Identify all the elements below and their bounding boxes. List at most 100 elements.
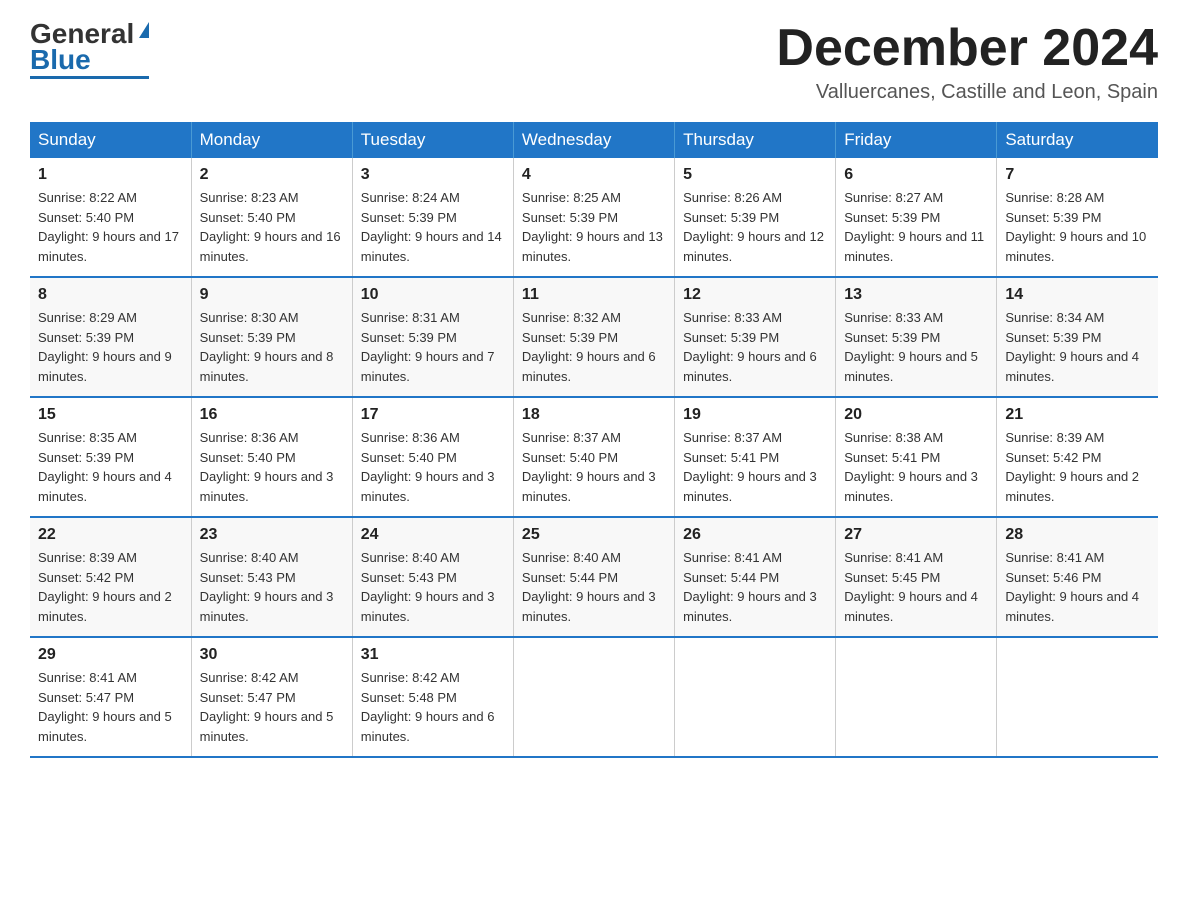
calendar-cell: 13 Sunrise: 8:33 AMSunset: 5:39 PMDayligh… xyxy=(836,277,997,397)
day-info: Sunrise: 8:41 AMSunset: 5:46 PMDaylight:… xyxy=(1005,550,1139,624)
day-number: 8 xyxy=(38,286,183,304)
calendar-week-row: 1 Sunrise: 8:22 AMSunset: 5:40 PMDaylight… xyxy=(30,158,1158,277)
day-info: Sunrise: 8:33 AMSunset: 5:39 PMDaylight:… xyxy=(683,310,817,384)
calendar-week-row: 29 Sunrise: 8:41 AMSunset: 5:47 PMDayligh… xyxy=(30,637,1158,757)
header-tuesday: Tuesday xyxy=(352,122,513,158)
calendar-cell xyxy=(513,637,674,757)
calendar-cell: 11 Sunrise: 8:32 AMSunset: 5:39 PMDayligh… xyxy=(513,277,674,397)
logo-triangle-icon xyxy=(139,22,149,38)
logo-underline xyxy=(30,76,149,79)
calendar-week-row: 15 Sunrise: 8:35 AMSunset: 5:39 PMDayligh… xyxy=(30,397,1158,517)
page-header: General Blue December 2024 Valluercanes,… xyxy=(30,20,1158,104)
header-saturday: Saturday xyxy=(997,122,1158,158)
header-friday: Friday xyxy=(836,122,997,158)
day-info: Sunrise: 8:24 AMSunset: 5:39 PMDaylight:… xyxy=(361,190,502,264)
title-block: December 2024 Valluercanes, Castille and… xyxy=(776,20,1158,104)
calendar-week-row: 8 Sunrise: 8:29 AMSunset: 5:39 PMDaylight… xyxy=(30,277,1158,397)
calendar-cell: 31 Sunrise: 8:42 AMSunset: 5:48 PMDayligh… xyxy=(352,637,513,757)
logo-blue-text: Blue xyxy=(30,46,91,74)
day-number: 30 xyxy=(200,646,344,664)
calendar-cell: 22 Sunrise: 8:39 AMSunset: 5:42 PMDayligh… xyxy=(30,517,191,637)
logo: General Blue xyxy=(30,20,149,79)
calendar-cell: 26 Sunrise: 8:41 AMSunset: 5:44 PMDayligh… xyxy=(675,517,836,637)
calendar-cell: 15 Sunrise: 8:35 AMSunset: 5:39 PMDayligh… xyxy=(30,397,191,517)
day-number: 26 xyxy=(683,526,827,544)
header-sunday: Sunday xyxy=(30,122,191,158)
day-info: Sunrise: 8:41 AMSunset: 5:47 PMDaylight:… xyxy=(38,670,172,744)
day-info: Sunrise: 8:39 AMSunset: 5:42 PMDaylight:… xyxy=(1005,430,1139,504)
calendar-cell: 2 Sunrise: 8:23 AMSunset: 5:40 PMDaylight… xyxy=(191,158,352,277)
day-number: 12 xyxy=(683,286,827,304)
day-number: 19 xyxy=(683,406,827,424)
day-info: Sunrise: 8:39 AMSunset: 5:42 PMDaylight:… xyxy=(38,550,172,624)
day-number: 10 xyxy=(361,286,505,304)
day-number: 23 xyxy=(200,526,344,544)
day-number: 21 xyxy=(1005,406,1150,424)
day-number: 20 xyxy=(844,406,988,424)
header-monday: Monday xyxy=(191,122,352,158)
day-info: Sunrise: 8:41 AMSunset: 5:45 PMDaylight:… xyxy=(844,550,978,624)
day-number: 22 xyxy=(38,526,183,544)
day-number: 9 xyxy=(200,286,344,304)
day-info: Sunrise: 8:27 AMSunset: 5:39 PMDaylight:… xyxy=(844,190,984,264)
calendar-cell: 28 Sunrise: 8:41 AMSunset: 5:46 PMDayligh… xyxy=(997,517,1158,637)
day-info: Sunrise: 8:34 AMSunset: 5:39 PMDaylight:… xyxy=(1005,310,1139,384)
day-number: 7 xyxy=(1005,166,1150,184)
day-info: Sunrise: 8:40 AMSunset: 5:43 PMDaylight:… xyxy=(361,550,495,624)
calendar-cell: 12 Sunrise: 8:33 AMSunset: 5:39 PMDayligh… xyxy=(675,277,836,397)
calendar-cell: 1 Sunrise: 8:22 AMSunset: 5:40 PMDaylight… xyxy=(30,158,191,277)
calendar-cell: 9 Sunrise: 8:30 AMSunset: 5:39 PMDaylight… xyxy=(191,277,352,397)
day-number: 15 xyxy=(38,406,183,424)
day-number: 2 xyxy=(200,166,344,184)
day-info: Sunrise: 8:37 AMSunset: 5:41 PMDaylight:… xyxy=(683,430,817,504)
day-number: 24 xyxy=(361,526,505,544)
day-number: 4 xyxy=(522,166,666,184)
calendar-cell: 17Sunrise: 8:36 AMSunset: 5:40 PMDayligh… xyxy=(352,397,513,517)
calendar-cell: 27 Sunrise: 8:41 AMSunset: 5:45 PMDayligh… xyxy=(836,517,997,637)
day-number: 5 xyxy=(683,166,827,184)
day-number: 1 xyxy=(38,166,183,184)
day-number: 11 xyxy=(522,286,666,304)
day-info: Sunrise: 8:32 AMSunset: 5:39 PMDaylight:… xyxy=(522,310,656,384)
calendar-cell: 8 Sunrise: 8:29 AMSunset: 5:39 PMDaylight… xyxy=(30,277,191,397)
day-number: 6 xyxy=(844,166,988,184)
calendar-cell: 29 Sunrise: 8:41 AMSunset: 5:47 PMDayligh… xyxy=(30,637,191,757)
day-number: 18 xyxy=(522,406,666,424)
day-info: Sunrise: 8:40 AMSunset: 5:44 PMDaylight:… xyxy=(522,550,656,624)
calendar-cell: 5 Sunrise: 8:26 AMSunset: 5:39 PMDaylight… xyxy=(675,158,836,277)
day-info: Sunrise: 8:41 AMSunset: 5:44 PMDaylight:… xyxy=(683,550,817,624)
day-info: Sunrise: 8:23 AMSunset: 5:40 PMDaylight:… xyxy=(200,190,341,264)
day-info: Sunrise: 8:30 AMSunset: 5:39 PMDaylight:… xyxy=(200,310,334,384)
calendar-cell: 6 Sunrise: 8:27 AMSunset: 5:39 PMDaylight… xyxy=(836,158,997,277)
calendar-cell: 10Sunrise: 8:31 AMSunset: 5:39 PMDayligh… xyxy=(352,277,513,397)
day-number: 27 xyxy=(844,526,988,544)
day-info: Sunrise: 8:42 AMSunset: 5:48 PMDaylight:… xyxy=(361,670,495,744)
day-info: Sunrise: 8:33 AMSunset: 5:39 PMDaylight:… xyxy=(844,310,978,384)
day-info: Sunrise: 8:42 AMSunset: 5:47 PMDaylight:… xyxy=(200,670,334,744)
calendar-cell: 18Sunrise: 8:37 AMSunset: 5:40 PMDayligh… xyxy=(513,397,674,517)
calendar-cell: 19 Sunrise: 8:37 AMSunset: 5:41 PMDayligh… xyxy=(675,397,836,517)
day-number: 28 xyxy=(1005,526,1150,544)
day-number: 31 xyxy=(361,646,505,664)
calendar-cell xyxy=(675,637,836,757)
day-info: Sunrise: 8:26 AMSunset: 5:39 PMDaylight:… xyxy=(683,190,824,264)
day-number: 29 xyxy=(38,646,183,664)
day-info: Sunrise: 8:25 AMSunset: 5:39 PMDaylight:… xyxy=(522,190,663,264)
day-info: Sunrise: 8:38 AMSunset: 5:41 PMDaylight:… xyxy=(844,430,978,504)
day-info: Sunrise: 8:35 AMSunset: 5:39 PMDaylight:… xyxy=(38,430,172,504)
day-info: Sunrise: 8:22 AMSunset: 5:40 PMDaylight:… xyxy=(38,190,179,264)
day-number: 3 xyxy=(361,166,505,184)
calendar-cell: 20 Sunrise: 8:38 AMSunset: 5:41 PMDayligh… xyxy=(836,397,997,517)
calendar-cell: 4 Sunrise: 8:25 AMSunset: 5:39 PMDaylight… xyxy=(513,158,674,277)
day-number: 13 xyxy=(844,286,988,304)
day-info: Sunrise: 8:28 AMSunset: 5:39 PMDaylight:… xyxy=(1005,190,1146,264)
header-wednesday: Wednesday xyxy=(513,122,674,158)
day-info: Sunrise: 8:40 AMSunset: 5:43 PMDaylight:… xyxy=(200,550,334,624)
calendar-cell: 25Sunrise: 8:40 AMSunset: 5:44 PMDayligh… xyxy=(513,517,674,637)
calendar-cell: 23 Sunrise: 8:40 AMSunset: 5:43 PMDayligh… xyxy=(191,517,352,637)
day-info: Sunrise: 8:29 AMSunset: 5:39 PMDaylight:… xyxy=(38,310,172,384)
header-thursday: Thursday xyxy=(675,122,836,158)
calendar-cell: 30 Sunrise: 8:42 AMSunset: 5:47 PMDayligh… xyxy=(191,637,352,757)
calendar-cell xyxy=(997,637,1158,757)
day-number: 17 xyxy=(361,406,505,424)
